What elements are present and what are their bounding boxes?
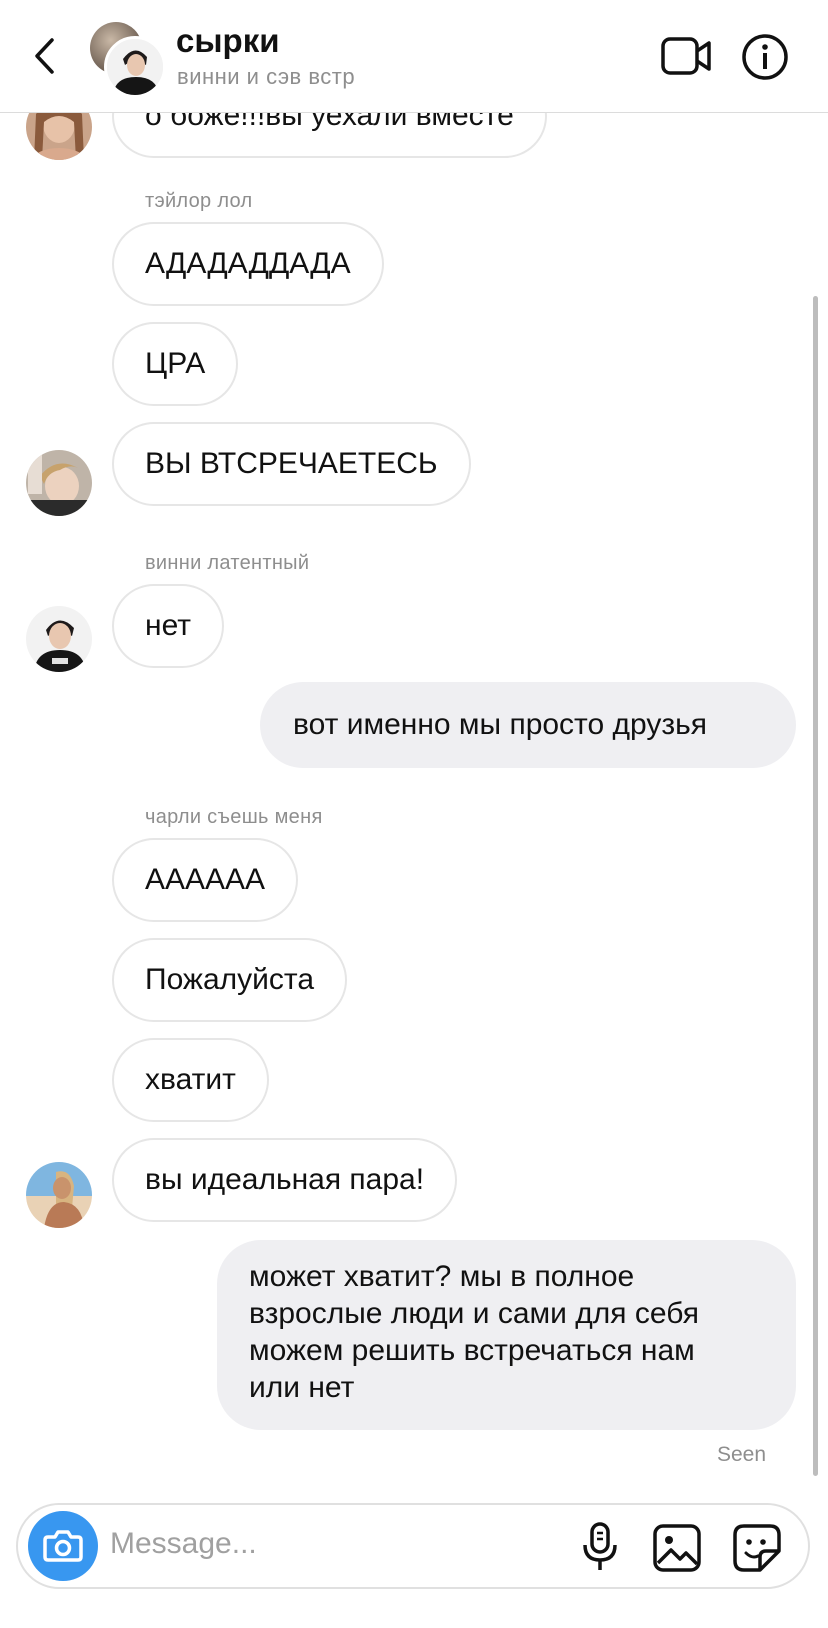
camera-button[interactable] <box>28 1511 98 1581</box>
message-thread: о боже!!!вы уехали вместе тэйлор лол АДА… <box>0 0 828 1476</box>
seen-status: Seen <box>716 1443 766 1466</box>
message-bubble-outgoing[interactable]: может хватит? мы в полное взрослые люди … <box>217 1240 796 1430</box>
message-bubble[interactable]: ЦРА <box>112 322 239 406</box>
avatar-vinnie[interactable] <box>26 606 92 672</box>
avatar-tailor[interactable] <box>26 450 92 516</box>
message-text-line: взрослые люди и сами для себя <box>249 1297 699 1330</box>
message-text-line: можем решить встречаться нам <box>249 1334 695 1367</box>
sender-name: чарли съешь меня <box>145 806 323 828</box>
message-input[interactable]: Message... <box>110 1527 257 1561</box>
message-text: вот именно мы просто друзья <box>293 708 707 741</box>
message-bubble[interactable]: ВЫ ВТСРЕЧАЕТЕСЬ <box>112 422 471 506</box>
chat-header: сырки винни и сэв встр <box>0 0 828 113</box>
avatar-charlie[interactable] <box>26 1162 92 1228</box>
message-bubble[interactable]: АААААА <box>112 838 299 922</box>
chevron-left-icon[interactable] <box>28 34 62 78</box>
avatar <box>104 36 166 98</box>
chat-subtitle: винни и сэв встр <box>177 64 356 89</box>
message-bubble[interactable]: Пожалуйста <box>112 938 348 1022</box>
scrollbar[interactable] <box>813 296 818 1476</box>
microphone-icon[interactable] <box>578 1521 622 1573</box>
sticker-icon[interactable] <box>732 1523 782 1573</box>
info-icon[interactable] <box>740 32 790 82</box>
message-bubble[interactable]: нет <box>112 584 224 668</box>
sender-name: тэйлор лол <box>145 190 253 212</box>
message-bubble[interactable]: вы идеальная пара! <box>112 1138 458 1222</box>
sender-name: винни латентный <box>145 552 310 574</box>
message-bubble[interactable]: хватит <box>112 1038 269 1122</box>
chat-title[interactable]: сырки <box>176 22 280 60</box>
message-text-line: или нет <box>249 1371 355 1404</box>
message-composer: Message... <box>16 1503 810 1589</box>
video-camera-icon[interactable] <box>660 34 712 78</box>
group-avatar[interactable] <box>90 22 166 98</box>
message-bubble-outgoing[interactable]: вот именно мы просто друзья <box>260 682 796 768</box>
gallery-icon[interactable] <box>652 1523 702 1573</box>
camera-icon <box>43 1530 83 1562</box>
message-text-line: может хватит? мы в полное <box>249 1260 635 1293</box>
message-bubble[interactable]: АДАДАДДАДА <box>112 222 384 306</box>
